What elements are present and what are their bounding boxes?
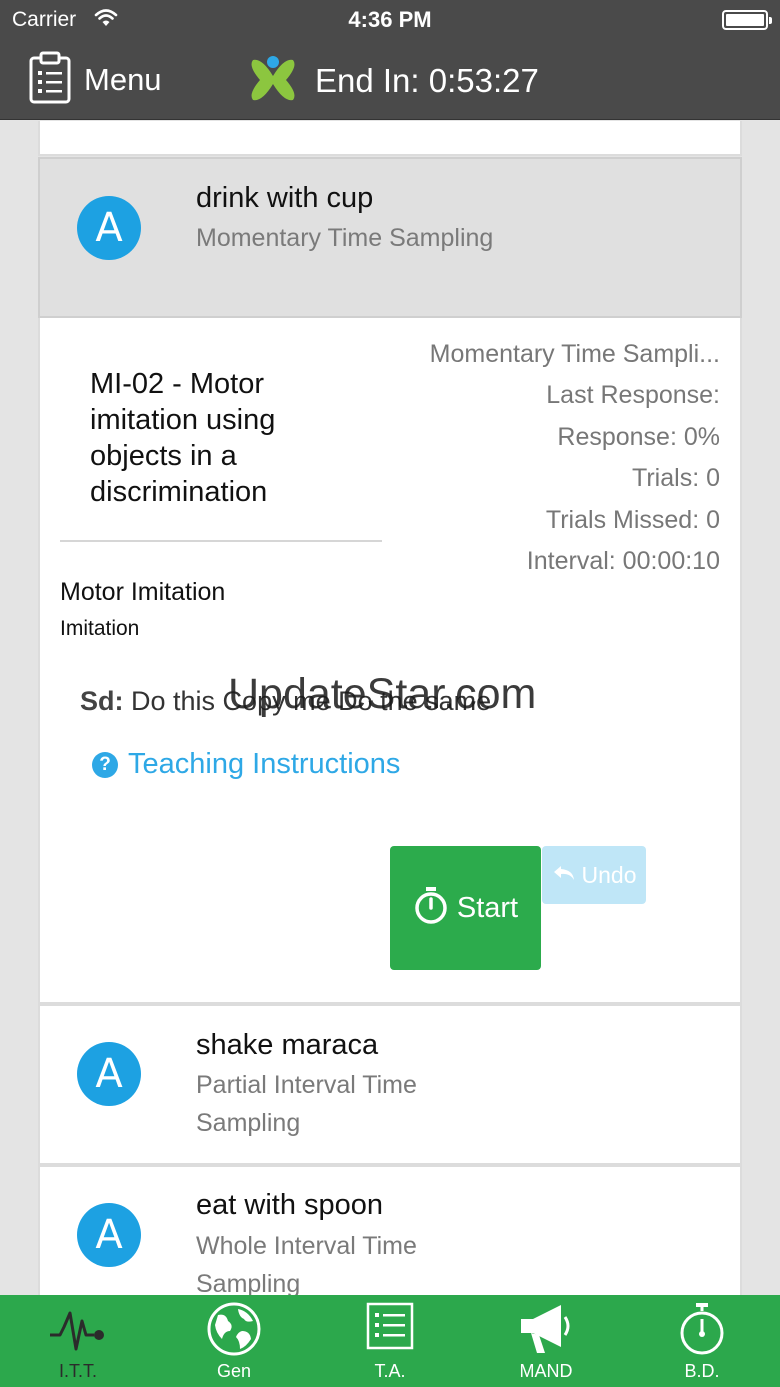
- divider: [60, 540, 382, 542]
- tab-gen[interactable]: Gen: [156, 1295, 312, 1387]
- target-detail-panel: MI-02 - Motor imitation using objects in…: [38, 318, 742, 1004]
- target-avatar: A: [77, 196, 141, 260]
- target-method: Whole Interval Time Sampling: [196, 1232, 417, 1295]
- stat-trials-missed: Trials Missed: 0: [545, 505, 720, 534]
- clipboard-icon: [28, 51, 72, 110]
- target-method: Partial Interval Time Sampling: [196, 1071, 417, 1137]
- battery-icon: [722, 10, 772, 30]
- watermark: UpdateStar.com: [228, 670, 537, 718]
- megaphone-icon: [517, 1301, 575, 1362]
- start-label: Start: [456, 891, 519, 924]
- tab-ta[interactable]: T.A.: [312, 1295, 468, 1387]
- tab-label: T.A.: [374, 1361, 406, 1381]
- target-title: eat with spoon: [196, 1189, 384, 1221]
- list-item-partial[interactable]: [38, 121, 742, 156]
- target-row-selected[interactable]: A drink with cup Momentary Time Sampling: [38, 157, 742, 318]
- target-row[interactable]: A shake maraca Partial Interval Time Sam…: [38, 1004, 742, 1165]
- stopwatch-icon: [677, 1301, 727, 1362]
- target-title: drink with cup: [196, 182, 374, 214]
- tab-label: I.T.T.: [58, 1361, 97, 1381]
- target-row[interactable]: A eat with spoon Whole Interval Time Sam…: [38, 1165, 742, 1295]
- program-subdomain: Imitation: [60, 617, 140, 640]
- undo-icon: [552, 864, 576, 887]
- undo-button[interactable]: Undo: [542, 846, 646, 904]
- tab-itt[interactable]: I.T.T.: [0, 1295, 156, 1387]
- nav-bar: Menu End In: 0:53:27: [0, 40, 780, 120]
- help-icon: ?: [92, 751, 118, 778]
- stat-interval: Interval: 00:00:10: [526, 546, 720, 575]
- globe-icon: [206, 1301, 262, 1362]
- tab-label: B.D.: [684, 1361, 720, 1381]
- stat-trials: Trials: 0: [632, 464, 720, 493]
- stat-last-response: Last Response:: [546, 381, 720, 410]
- target-title: shake maraca: [196, 1029, 379, 1061]
- target-avatar: A: [77, 1042, 141, 1106]
- session-timer: End In: 0:53:27: [315, 62, 539, 99]
- tab-bd[interactable]: B.D.: [624, 1295, 780, 1387]
- program-domain: Motor Imitation: [60, 578, 226, 606]
- undo-label: Undo: [581, 861, 637, 888]
- app-logo-icon: [246, 54, 300, 111]
- teaching-instructions-link[interactable]: ? Teaching Instructions: [92, 748, 400, 781]
- tab-label: MAND: [519, 1361, 573, 1381]
- teaching-instructions-label: Teaching Instructions: [128, 748, 401, 780]
- pulse-icon: [48, 1301, 108, 1360]
- tab-label: Gen: [216, 1361, 252, 1381]
- menu-button[interactable]: Menu: [28, 51, 162, 110]
- status-bar: Carrier 4:36 PM: [0, 0, 780, 40]
- battery-level: [726, 14, 764, 26]
- target-list[interactable]: A drink with cup Momentary Time Sampling…: [0, 121, 780, 1295]
- stopwatch-icon: [413, 886, 449, 931]
- program-title: MI-02 - Motor imitation using objects in…: [90, 368, 276, 508]
- stat-method: Momentary Time Sampli...: [429, 340, 720, 368]
- tab-mand[interactable]: MAND: [468, 1295, 624, 1387]
- list-icon: [365, 1301, 415, 1356]
- menu-label: Menu: [84, 62, 162, 97]
- status-time: 4:36 PM: [348, 7, 432, 32]
- target-method: Momentary Time Sampling: [196, 224, 494, 252]
- sd-label: Sd:: [80, 686, 124, 716]
- target-avatar: A: [77, 1203, 141, 1267]
- stats-panel: Momentary Time Sampli... Last Response: …: [430, 340, 720, 588]
- stat-response: Response: 0%: [557, 422, 720, 451]
- tab-bar: I.T.T. Gen T.A. MAND B.D.: [0, 1295, 780, 1387]
- start-button[interactable]: Start: [390, 846, 541, 970]
